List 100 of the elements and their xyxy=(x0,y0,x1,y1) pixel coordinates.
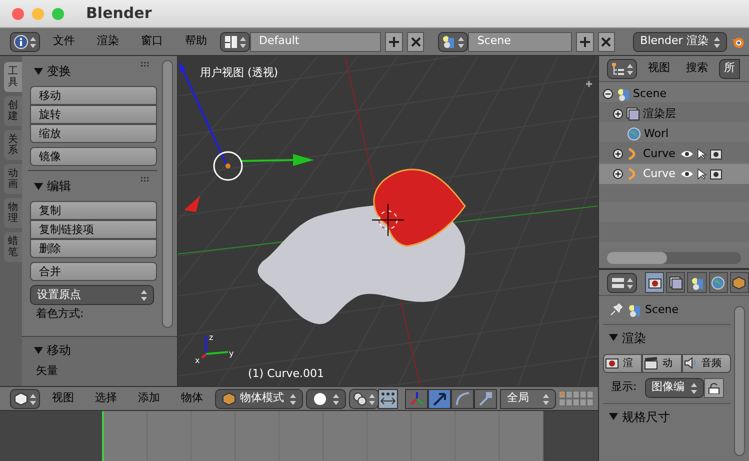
speaker-icon xyxy=(684,356,698,370)
tool-button[interactable]: 复制 xyxy=(30,201,157,220)
side-tab[interactable]: 创建 xyxy=(4,96,22,126)
lock-button[interactable] xyxy=(704,378,724,398)
dots-arrows-icon xyxy=(379,392,397,406)
tree-item[interactable]: Scene xyxy=(599,84,749,104)
plus-icon xyxy=(388,36,400,48)
menu-item[interactable]: 物体 xyxy=(172,390,212,407)
manipulator-button[interactable] xyxy=(474,388,497,408)
side-tab[interactable]: 物理 xyxy=(4,198,22,228)
collapse-triangle-icon[interactable] xyxy=(34,346,43,354)
panel-title[interactable]: 渲染 xyxy=(622,328,646,346)
menu-item[interactable]: 文件 xyxy=(44,33,84,50)
editor-type-button[interactable] xyxy=(607,58,637,78)
scene-type-button[interactable] xyxy=(438,32,468,52)
side-tab[interactable]: 关系 xyxy=(4,130,22,160)
menu-item[interactable]: 选择 xyxy=(86,390,126,407)
tool-button[interactable]: 删除 xyxy=(30,239,157,258)
scrollbar[interactable] xyxy=(734,306,745,456)
close-icon xyxy=(410,36,422,48)
panel-title[interactable]: 规格尺寸 xyxy=(622,408,670,426)
3d-cursor-icon[interactable] xyxy=(372,204,404,236)
grip-icon xyxy=(141,62,151,68)
add-button[interactable] xyxy=(576,32,594,52)
layout-icon xyxy=(224,34,238,48)
side-tab[interactable]: 蜡笔 xyxy=(4,232,22,262)
properties-tab[interactable] xyxy=(708,272,728,293)
expand-toggle-icon[interactable] xyxy=(613,149,623,159)
collapse-toggle-icon[interactable] xyxy=(603,89,613,99)
manipulator-center-button[interactable] xyxy=(378,388,398,408)
plus-icon[interactable] xyxy=(585,80,593,88)
editor-type-button[interactable] xyxy=(607,272,637,292)
updown-arrows-icon xyxy=(714,34,720,48)
origin-dropdown[interactable]: 设置原点 xyxy=(30,285,154,305)
updown-arrows-icon xyxy=(369,392,375,406)
render-engine-dropdown[interactable]: Blender 渲染 xyxy=(633,32,728,52)
side-tab[interactable]: 工具 xyxy=(4,62,22,92)
panel-title[interactable]: 移动 xyxy=(47,341,71,359)
tool-button[interactable]: 移动 xyxy=(30,86,157,105)
properties-tab[interactable] xyxy=(645,272,664,293)
render-button[interactable]: 动 xyxy=(642,354,682,372)
scrollbar[interactable] xyxy=(162,60,173,328)
tool-button[interactable]: 镜像 xyxy=(30,147,157,166)
scrollbar[interactable] xyxy=(607,252,741,264)
menu-item[interactable]: 搜索 xyxy=(681,60,713,77)
menu-item[interactable]: 窗口 xyxy=(132,33,172,50)
expand-toggle-icon[interactable] xyxy=(613,109,623,119)
mode-dropdown[interactable]: 物体模式 xyxy=(215,388,303,408)
editor-type-button[interactable] xyxy=(10,388,40,408)
render-layers-icon xyxy=(668,276,683,290)
display-dropdown[interactable]: 图像编 xyxy=(644,378,704,398)
tree-item[interactable]: Worl xyxy=(599,124,749,144)
collapse-triangle-icon[interactable] xyxy=(34,66,43,76)
layout-type-button[interactable] xyxy=(220,32,250,52)
manipulator-button[interactable] xyxy=(405,388,428,408)
pin-icon xyxy=(609,303,623,318)
side-tab[interactable]: 动画 xyxy=(4,164,22,194)
properties-tab[interactable] xyxy=(730,272,749,293)
panel-title[interactable]: 编辑 xyxy=(47,177,71,195)
render-button[interactable]: 音频 xyxy=(682,354,731,372)
close-button[interactable] xyxy=(598,32,616,52)
filter-dropdown[interactable]: 所 xyxy=(719,58,740,78)
properties-tab[interactable] xyxy=(687,272,707,293)
display-label: 显示: xyxy=(611,379,637,396)
properties-tab[interactable] xyxy=(666,272,686,293)
layout-field[interactable]: Default xyxy=(250,32,382,52)
shading-dropdown[interactable] xyxy=(306,388,346,408)
collapse-triangle-icon[interactable] xyxy=(34,182,43,190)
cursor-arrow-icon xyxy=(697,148,707,160)
editor-type-button[interactable] xyxy=(10,32,40,52)
orientation-dropdown[interactable]: 全局 xyxy=(500,388,556,408)
tree-item[interactable]: Curve xyxy=(599,164,749,184)
tree-item[interactable]: Curve xyxy=(599,144,749,164)
menu-item[interactable]: 帮助 xyxy=(176,33,216,50)
transform-gizmo-drawing[interactable] xyxy=(179,62,314,212)
tool-button[interactable]: 旋转 xyxy=(30,105,157,124)
collapse-triangle-icon[interactable] xyxy=(609,412,618,421)
scene-field[interactable]: Scene xyxy=(468,32,572,52)
tool-button[interactable]: 缩放 xyxy=(30,124,157,143)
tool-button[interactable]: 复制链接项 xyxy=(30,220,157,239)
manipulator-button[interactable] xyxy=(451,388,474,408)
menu-item[interactable]: 视图 xyxy=(643,60,675,77)
cube-icon xyxy=(14,392,28,406)
tree-item[interactable]: 渲染层 xyxy=(599,104,749,124)
close-button[interactable] xyxy=(406,32,424,52)
pivot-dropdown[interactable] xyxy=(349,388,379,408)
scene-icon xyxy=(616,87,630,101)
manipulator-button[interactable] xyxy=(428,388,451,408)
expand-toggle-icon[interactable] xyxy=(613,169,623,179)
render-button[interactable]: 渲 xyxy=(603,354,642,372)
tool-button[interactable]: 合并 xyxy=(30,262,157,281)
panel-title[interactable]: 变换 xyxy=(47,62,71,80)
menu-item[interactable]: 添加 xyxy=(129,390,169,407)
menu-item[interactable]: 视图 xyxy=(43,390,83,407)
menu-item[interactable]: 渲染 xyxy=(88,33,128,50)
add-button[interactable] xyxy=(385,32,403,52)
playhead-marker[interactable] xyxy=(102,411,104,461)
collapse-triangle-icon[interactable] xyxy=(609,333,618,342)
context-label: Scene xyxy=(645,302,679,318)
item-label: Scene xyxy=(633,86,667,102)
